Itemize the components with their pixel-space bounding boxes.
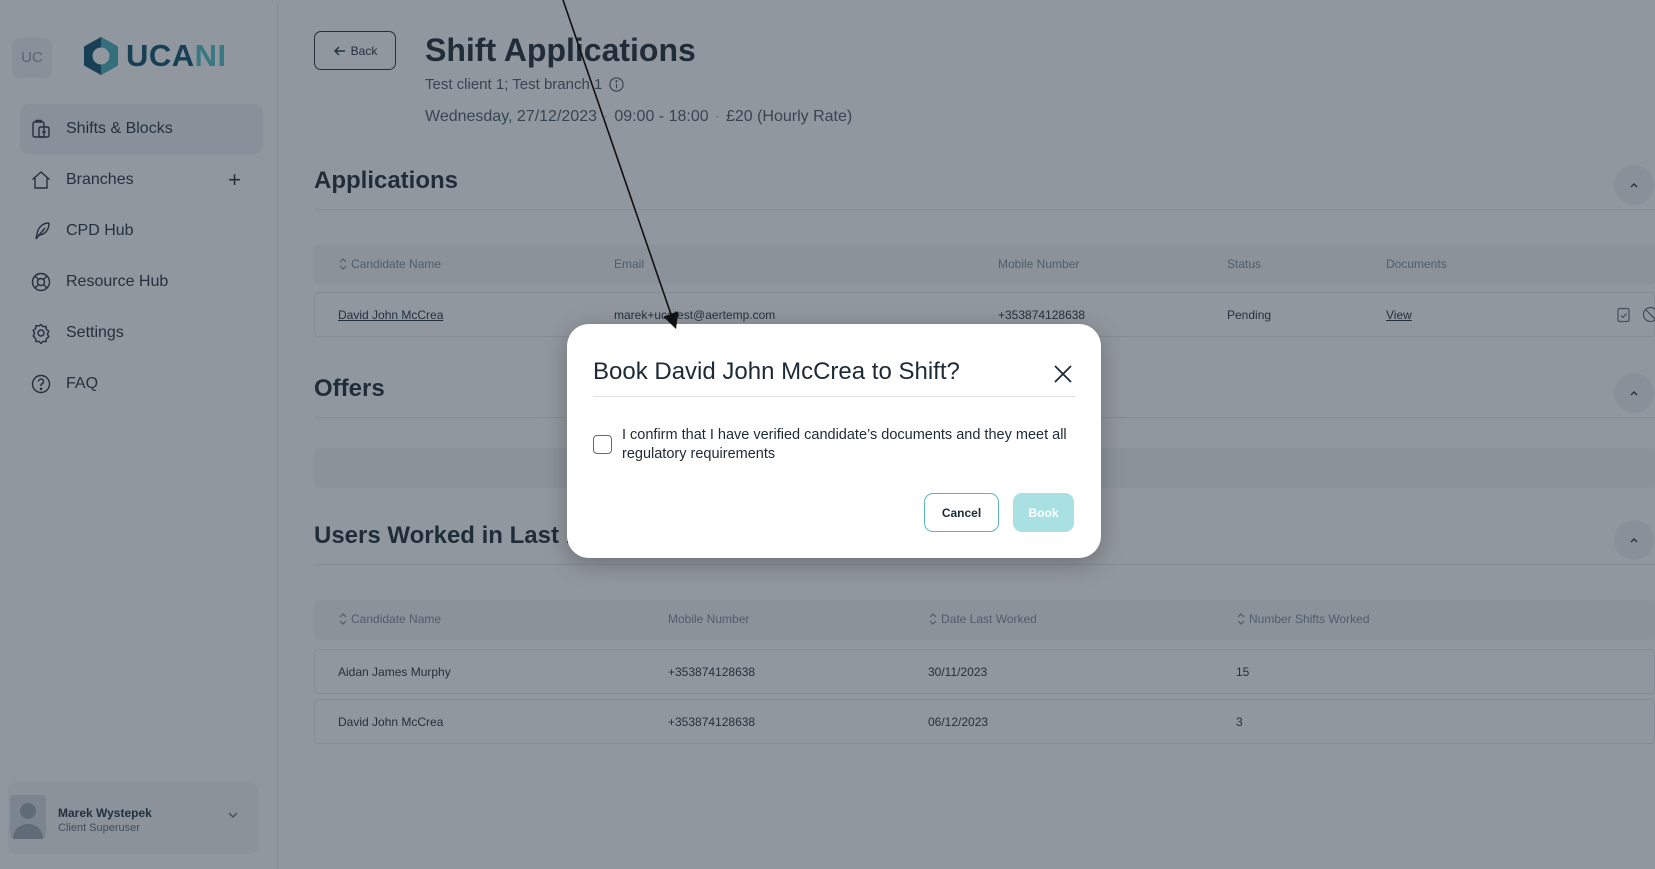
confirm-checkbox[interactable] <box>593 435 612 454</box>
cancel-button[interactable]: Cancel <box>924 493 999 532</box>
confirm-label: I confirm that I have verified candidate… <box>622 427 1067 462</box>
modal-title: Book David John McCrea to Shift? <box>593 358 960 385</box>
book-confirmation-modal: Book David John McCrea to Shift? I confi… <box>567 324 1101 558</box>
divider <box>593 396 1075 397</box>
book-button[interactable]: Book <box>1013 493 1074 532</box>
close-icon[interactable] <box>1053 364 1073 384</box>
